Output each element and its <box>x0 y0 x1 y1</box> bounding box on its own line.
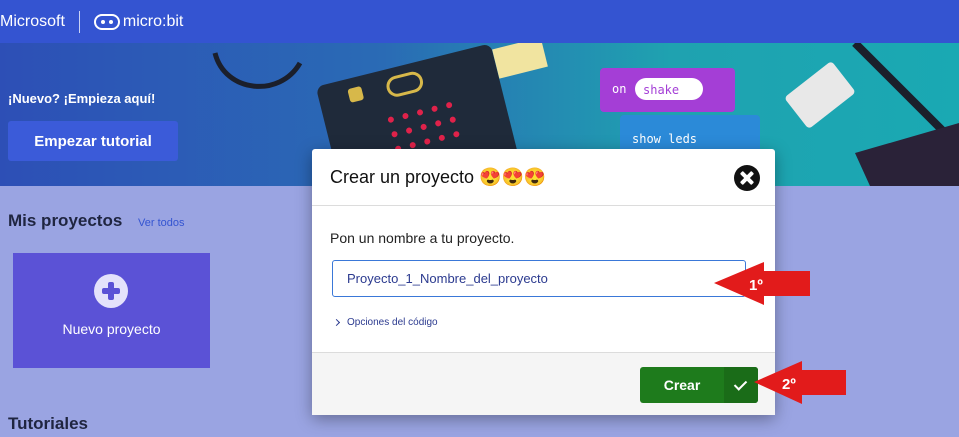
new-project-card[interactable]: Nuevo proyecto <box>13 253 210 368</box>
dialog-header: Crear un proyecto 😍😍😍 <box>312 149 775 206</box>
chevron-right-icon <box>332 318 341 327</box>
tutorials-title: Tutoriales <box>8 414 88 433</box>
project-name-input[interactable] <box>332 260 746 297</box>
create-label: Crear <box>663 377 701 393</box>
annotation-step2: 2º <box>782 376 796 393</box>
block-on-text: on <box>612 82 626 96</box>
project-name-prompt: Pon un nombre a tu proyecto. <box>330 230 515 246</box>
microbit-label: micro:bit <box>122 12 184 30</box>
dialog-body: Pon un nombre a tu proyecto. Opciones de… <box>312 206 775 352</box>
see-all-link[interactable]: Ver todos <box>138 217 184 229</box>
annotation-arrow-2: 2º <box>754 361 846 404</box>
create-button[interactable]: Crear <box>640 367 758 403</box>
welcome-heading: ¡Nuevo? ¡Empieza aquí! <box>8 91 156 106</box>
new-project-label: Nuevo proyecto <box>62 321 161 337</box>
create-project-dialog: Crear un proyecto 😍😍😍 Pon un nombre a tu… <box>312 149 775 415</box>
code-options-label: Opciones del código <box>347 317 438 328</box>
annotation-step1: 1º <box>749 277 763 294</box>
brand-divider <box>78 10 80 33</box>
microsoft-logo[interactable]: Microsoft <box>0 13 65 31</box>
dialog-footer: Crear <box>312 352 775 415</box>
microbit-icon <box>93 13 120 30</box>
code-options-toggle[interactable]: Opciones del código <box>332 317 438 328</box>
close-icon[interactable] <box>734 165 760 191</box>
microbit-logo[interactable]: micro:bit <box>93 12 184 31</box>
dialog-title: Crear un proyecto 😍😍😍 <box>330 166 547 187</box>
plus-icon <box>94 274 128 308</box>
top-bar: Microsoft micro:bit <box>0 0 959 43</box>
annotation-arrow-1: 1º <box>714 262 810 305</box>
start-tutorial-button[interactable]: Empezar tutorial <box>8 121 178 161</box>
block-show-leds-text: show leds <box>632 132 697 146</box>
block-shake-text: shake <box>643 83 679 97</box>
my-projects-title: Mis proyectos <box>8 211 123 230</box>
